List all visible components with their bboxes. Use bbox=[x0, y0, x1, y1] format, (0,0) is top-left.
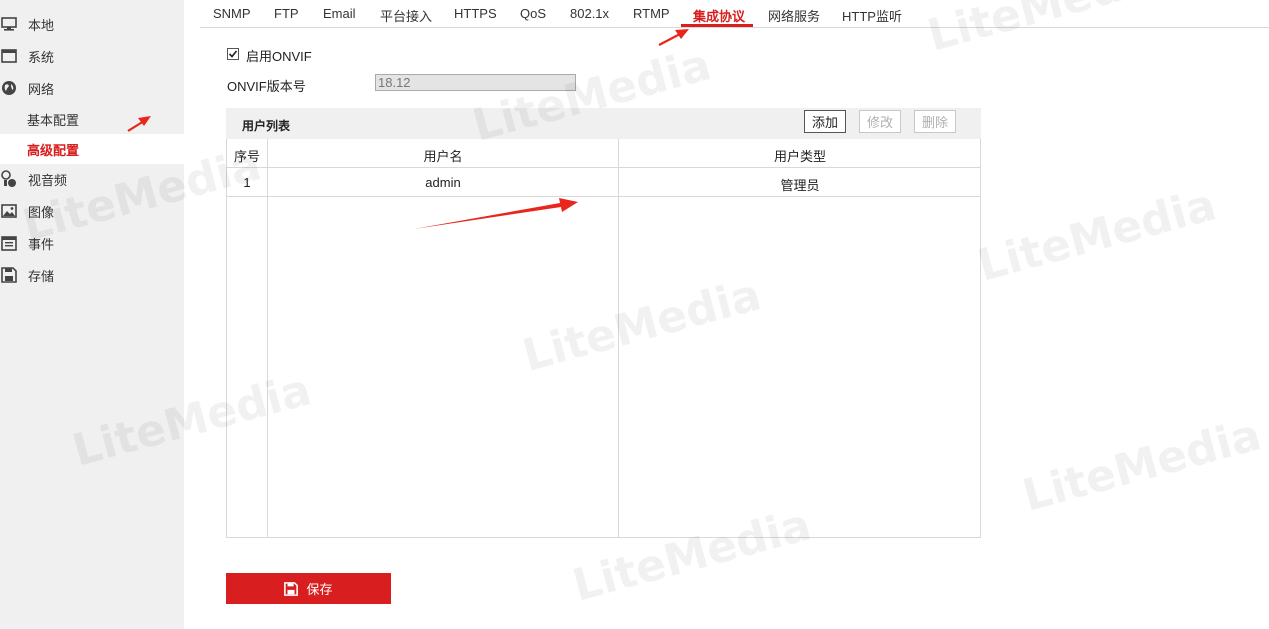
row-user-type: 管理员 bbox=[780, 178, 820, 193]
sidebar-item-local[interactable]: 本地 bbox=[0, 12, 184, 36]
user-list-title: 用户列表 bbox=[242, 119, 291, 133]
window-icon bbox=[0, 47, 18, 65]
column-header-user-type: 用户类型 bbox=[773, 149, 826, 164]
sidebar-subitem-label: 高级配置 bbox=[27, 142, 80, 158]
image-icon bbox=[0, 202, 18, 220]
row-divider bbox=[227, 196, 980, 197]
sidebar-item-label: 图像 bbox=[28, 204, 55, 220]
column-header-index: 序号 bbox=[233, 149, 260, 164]
sidebar-item-image[interactable]: 图像 bbox=[0, 199, 184, 223]
sidebar-subitem-advanced[interactable]: 高级配置 bbox=[0, 134, 184, 164]
arrow-icon bbox=[658, 29, 689, 46]
save-button-label: 保存 bbox=[306, 582, 333, 597]
monitor-icon bbox=[0, 15, 18, 33]
column-divider bbox=[267, 139, 268, 537]
sidebar-item-label: 网络 bbox=[28, 81, 55, 97]
tab-https[interactable]: HTTPS bbox=[454, 6, 497, 21]
av-icon bbox=[0, 170, 18, 188]
column-header-username: 用户名 bbox=[423, 149, 463, 164]
sidebar-item-network[interactable]: 网络 bbox=[0, 76, 184, 100]
tab-qos[interactable]: QoS bbox=[520, 6, 546, 21]
sidebar-item-system[interactable]: 系统 bbox=[0, 44, 184, 68]
sidebar-subitem-label: 基本配置 bbox=[27, 112, 80, 128]
onvif-version-field[interactable] bbox=[375, 74, 576, 91]
enable-onvif-checkbox[interactable] bbox=[227, 48, 239, 60]
sidebar-item-label: 视音频 bbox=[28, 172, 68, 188]
sidebar-item-storage[interactable]: 存储 bbox=[0, 263, 184, 287]
column-divider bbox=[618, 139, 619, 537]
sidebar-subitem-basic[interactable]: 基本配置 bbox=[0, 104, 184, 134]
sidebar: 本地 系统 网络 基本配置 高级配置 视音频 图像 事件 存储 bbox=[0, 0, 184, 629]
save-disk-icon bbox=[284, 581, 299, 596]
watermark: LiteMedia bbox=[972, 179, 1222, 292]
row-divider bbox=[227, 167, 980, 168]
tab-network-service[interactable]: 网络服务 bbox=[768, 6, 820, 25]
tab-snmp[interactable]: SNMP bbox=[213, 6, 251, 21]
user-list-header: 用户列表 添加 修改 删除 bbox=[226, 108, 981, 139]
sidebar-item-label: 事件 bbox=[28, 236, 55, 252]
active-tab-indicator bbox=[681, 24, 753, 27]
save-button[interactable]: 保存 bbox=[226, 573, 391, 604]
sidebar-item-event[interactable]: 事件 bbox=[0, 231, 184, 255]
tab-http-listen[interactable]: HTTP监听 bbox=[842, 6, 902, 25]
add-user-button[interactable]: 添加 bbox=[804, 110, 846, 133]
enable-onvif-label: 启用ONVIF bbox=[246, 49, 312, 64]
onvif-version-label: ONVIF版本号 bbox=[227, 79, 306, 94]
sidebar-item-av[interactable]: 视音频 bbox=[0, 167, 184, 191]
watermark: LiteMedia bbox=[1017, 409, 1267, 522]
checkmark-icon bbox=[228, 50, 238, 58]
calendar-icon bbox=[0, 234, 18, 252]
tab-ftp[interactable]: FTP bbox=[274, 6, 299, 21]
delete-user-button[interactable]: 删除 bbox=[914, 110, 956, 133]
save-disk-icon bbox=[0, 266, 18, 284]
sidebar-item-label: 系统 bbox=[28, 49, 55, 65]
globe-icon bbox=[0, 79, 18, 97]
tab-rtmp[interactable]: RTMP bbox=[633, 6, 670, 21]
modify-user-button[interactable]: 修改 bbox=[859, 110, 901, 133]
tab-email[interactable]: Email bbox=[323, 6, 356, 21]
tab-integration-protocol[interactable]: 集成协议 bbox=[693, 6, 745, 25]
sidebar-item-label: 本地 bbox=[28, 17, 55, 33]
row-username: admin bbox=[425, 175, 461, 190]
user-table: 序号 用户名 用户类型 1 admin 管理员 bbox=[226, 139, 981, 538]
tab-8021x[interactable]: 802.1x bbox=[570, 6, 609, 21]
sidebar-item-label: 存储 bbox=[28, 268, 55, 284]
tab-platform-access[interactable]: 平台接入 bbox=[380, 6, 432, 25]
row-index: 1 bbox=[243, 175, 251, 190]
